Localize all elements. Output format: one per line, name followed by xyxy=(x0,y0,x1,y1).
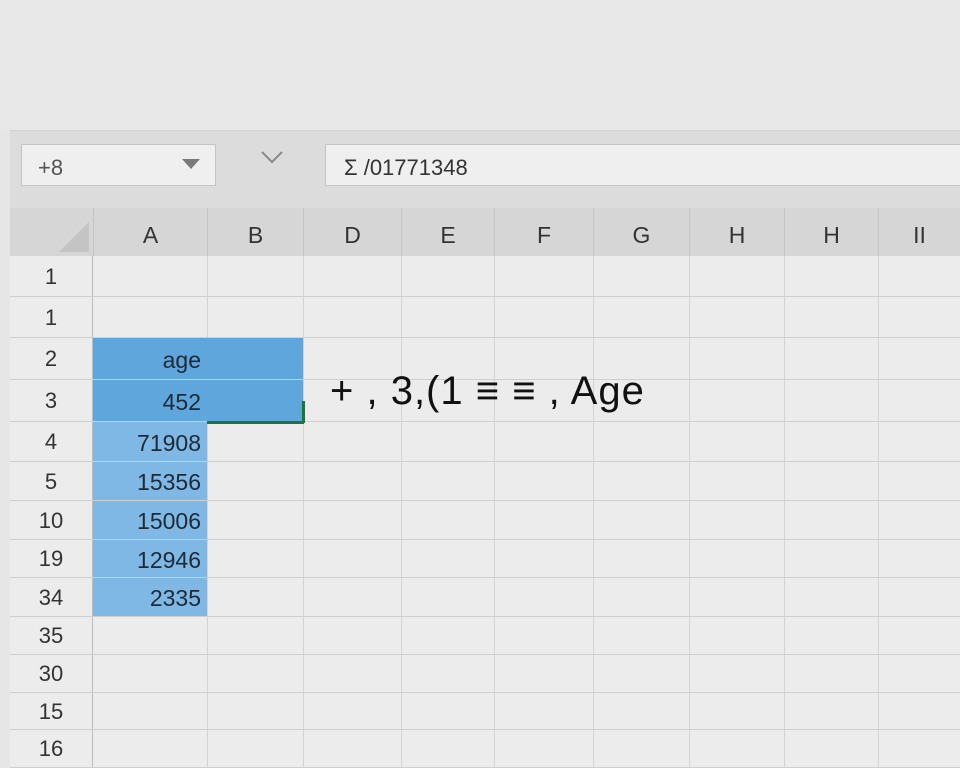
row-header-9[interactable]: 35 xyxy=(10,617,93,655)
column-header-5[interactable]: G xyxy=(593,208,689,256)
grid-hline xyxy=(10,654,960,655)
formula-toolbar: +8 Σ /01771348 xyxy=(10,130,960,209)
cell-a-value[interactable]: 12946 xyxy=(93,540,207,578)
formula-bar[interactable]: Σ /01771348 xyxy=(325,144,960,186)
fill-handle[interactable] xyxy=(302,401,305,423)
column-header-4[interactable]: F xyxy=(494,208,593,256)
name-box-value: +8 xyxy=(38,155,64,180)
floating-text: + , 3,(1 ≡ ≡ , Age xyxy=(330,369,645,413)
spreadsheet-grid[interactable]: A B D E F G H H II 1 1 2 3 4 5 10 19 34 35 30 15 16 age 452 71… xyxy=(10,208,960,768)
row-header-4[interactable]: 4 xyxy=(10,422,93,462)
select-all-button[interactable] xyxy=(10,208,93,256)
row-header-11[interactable]: 15 xyxy=(10,693,93,730)
cell-a-value[interactable]: 15006 xyxy=(93,501,207,540)
cell-a-value[interactable]: 71908 xyxy=(93,422,207,462)
select-all-triangle-icon xyxy=(59,222,89,252)
column-header-6[interactable]: H xyxy=(689,208,784,256)
row-header-10[interactable]: 30 xyxy=(10,655,93,693)
name-box[interactable]: +8 xyxy=(21,144,216,186)
row-header-0[interactable]: 1 xyxy=(10,256,93,297)
row-header-8[interactable]: 34 xyxy=(10,578,93,617)
column-header-3[interactable]: E xyxy=(401,208,494,256)
row-header-3[interactable]: 3 xyxy=(10,380,93,422)
column-header-2[interactable]: D xyxy=(303,208,401,256)
ribbon-area xyxy=(0,0,960,130)
grid-hline xyxy=(10,729,960,730)
row-header-6[interactable]: 10 xyxy=(10,501,93,540)
cell-a-value[interactable]: 2335 xyxy=(93,578,207,617)
grid-hline xyxy=(10,296,960,297)
expand-chevron-icon[interactable] xyxy=(260,149,284,165)
cell-a-value[interactable]: 452 xyxy=(93,380,207,422)
column-header-0[interactable]: A xyxy=(93,208,207,256)
row-header-2[interactable]: 2 xyxy=(10,338,93,380)
column-header-7[interactable]: H xyxy=(784,208,878,256)
column-header-8[interactable]: II xyxy=(878,208,960,256)
row-header-12[interactable]: 16 xyxy=(10,730,93,768)
cell-a-value[interactable]: 15356 xyxy=(93,462,207,501)
row-header-1[interactable]: 1 xyxy=(10,297,93,338)
active-cell-border xyxy=(207,421,304,424)
chevron-down-icon[interactable] xyxy=(182,159,200,169)
cell-a-value[interactable]: age xyxy=(93,338,207,380)
row-header-5[interactable]: 5 xyxy=(10,462,93,501)
column-header-1[interactable]: B xyxy=(207,208,303,256)
grid-hline xyxy=(10,692,960,693)
row-header-7[interactable]: 19 xyxy=(10,540,93,578)
column-headers: A B D E F G H H II xyxy=(10,208,960,256)
formula-bar-value: Σ /01771348 xyxy=(344,155,468,180)
